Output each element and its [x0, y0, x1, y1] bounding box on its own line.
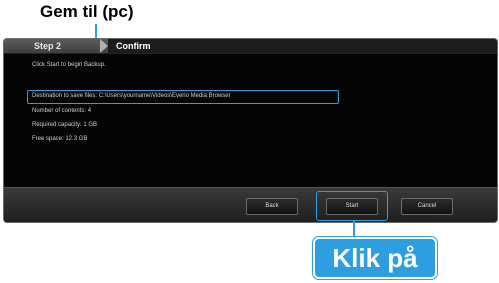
confirm-step-label: Confirm	[116, 41, 151, 51]
destination-text: Destination to save files: C:\Users\your…	[32, 93, 231, 99]
step-2-label: Step 2	[34, 41, 62, 51]
free-space-text: Free space: 12.3 GB	[32, 136, 88, 142]
wizard-steps-bar: Step 2 Confirm	[4, 39, 497, 54]
step-arrow-icon	[100, 39, 108, 53]
confirm-content: Click Start to begin Backup. Destination…	[4, 54, 497, 186]
active-step-background	[108, 39, 497, 53]
cancel-button[interactable]: Cancel	[401, 198, 453, 215]
save-to-pc-callout: Gem til (pc)	[40, 2, 134, 21]
instruction-text: Click Start to begin Backup.	[32, 62, 106, 68]
file-count-text: Number of contents: 4	[32, 108, 92, 114]
wizard-footer: Back Start Cancel	[4, 187, 497, 222]
click-here-callout: Klik på	[312, 236, 438, 280]
file-size-text: Required capacity: 1 GB	[32, 122, 98, 128]
backup-wizard-window: Step 2 Confirm Click Start to begin Back…	[3, 38, 498, 223]
back-button[interactable]: Back	[246, 198, 298, 215]
start-button[interactable]: Start	[326, 198, 378, 215]
